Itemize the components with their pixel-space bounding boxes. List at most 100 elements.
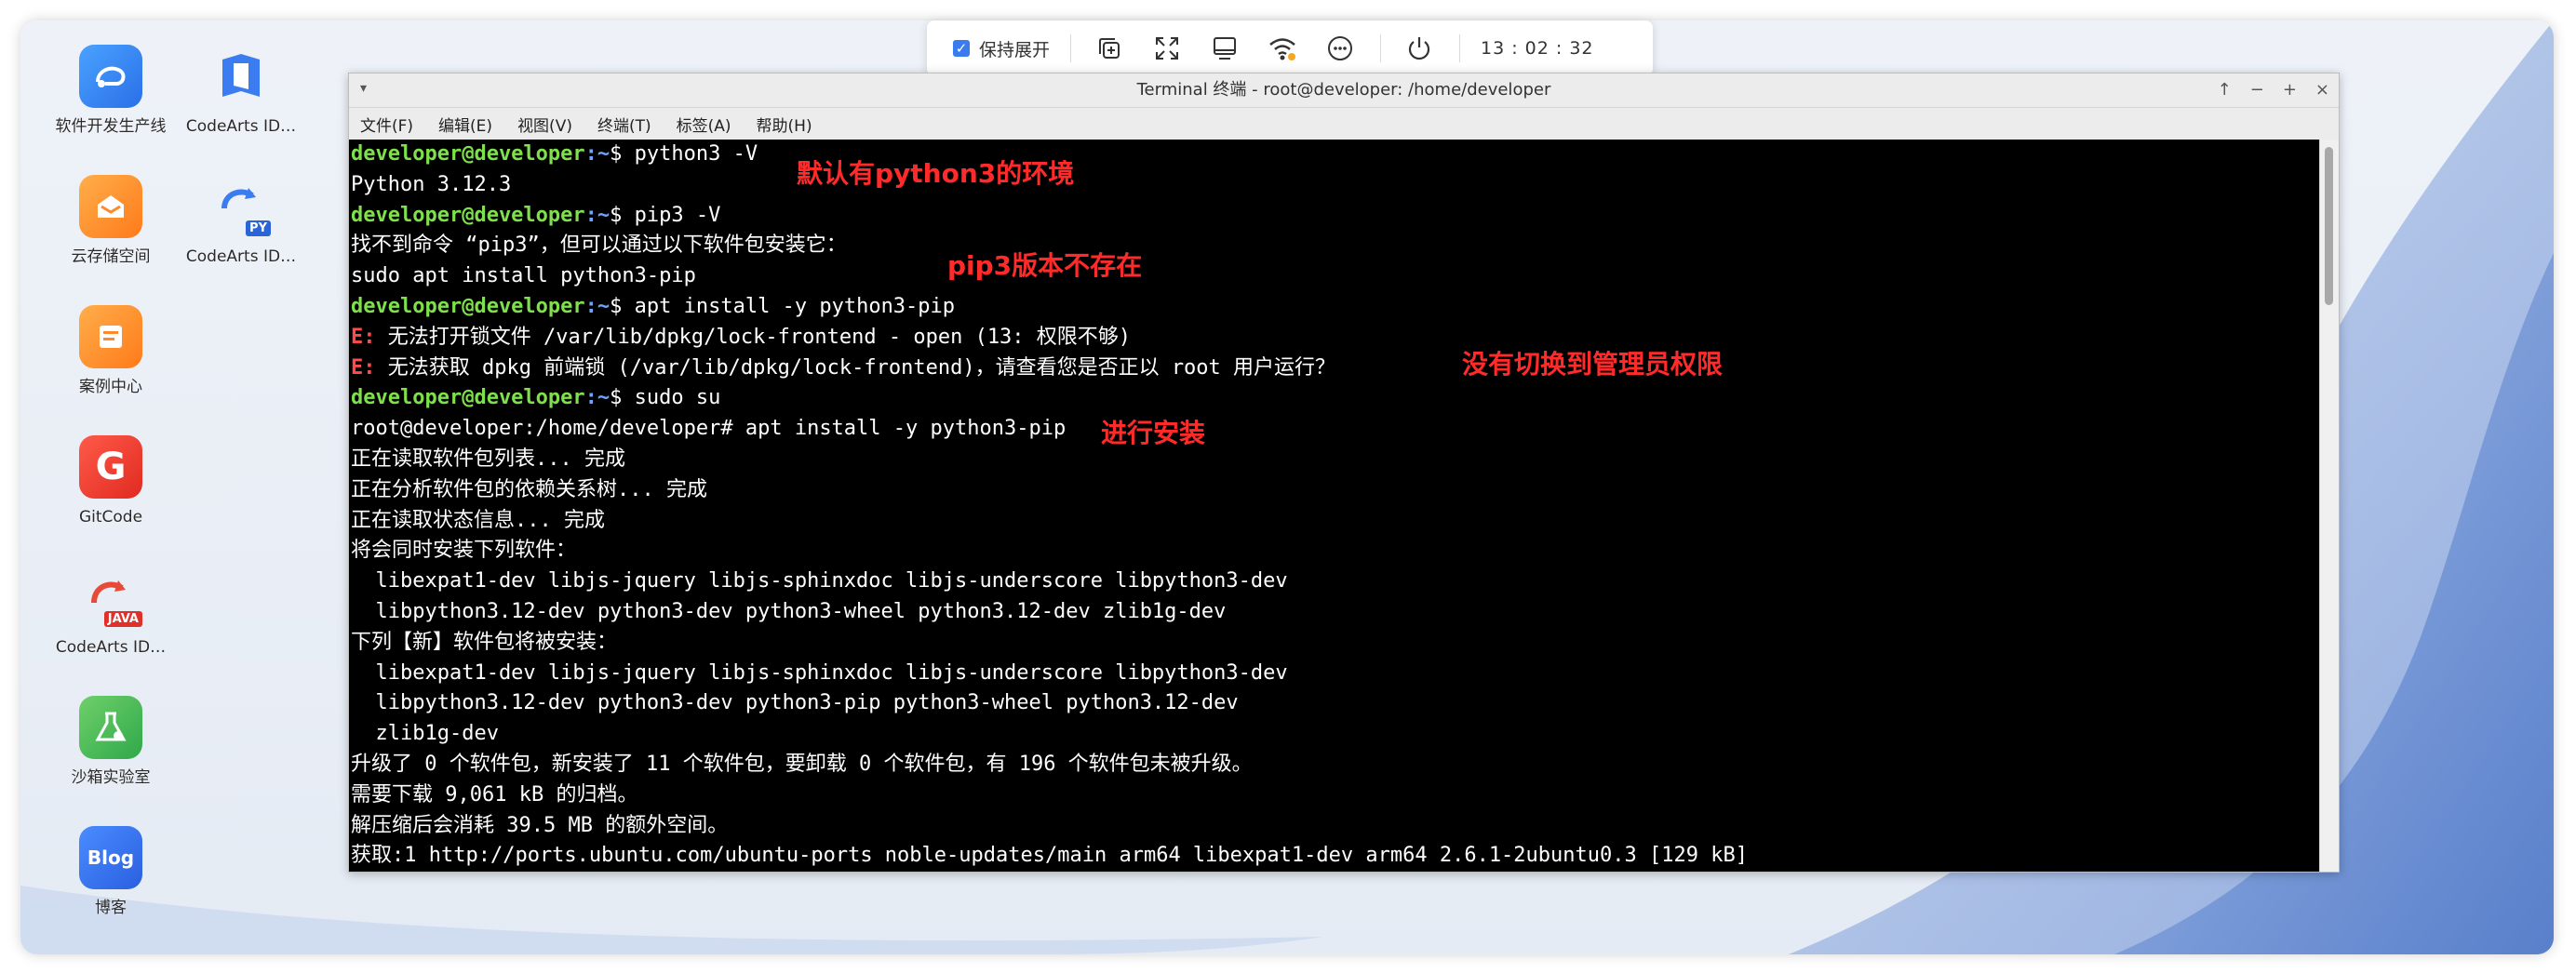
terminal-line: E: 无法打开锁文件 /var/lib/dpkg/lock-frontend -… <box>351 323 2320 353</box>
screen-icon[interactable] <box>1207 31 1242 66</box>
output-text: 找不到命令 “pip3”，但可以通过以下软件包安装它： <box>351 233 847 258</box>
terminal-line: developer@developer:~$ apt install -y py… <box>351 292 2320 323</box>
menu-edit[interactable]: 编辑(E) <box>438 113 492 136</box>
desktop-icon-codearts-ide-1[interactable]: CodeArts ID… <box>181 45 302 136</box>
more-icon[interactable] <box>1322 31 1358 66</box>
output-text: libpython3.12-dev python3-dev python3-pi… <box>351 691 1239 715</box>
prompt-path: :~ <box>584 203 610 227</box>
codearts-ide-icon <box>209 45 273 108</box>
desktop-icon-label: 沙箱实验室 <box>71 768 151 787</box>
terminal-line: 升级了 0 个软件包，新安装了 11 个软件包，要卸载 0 个软件包，有 196… <box>351 750 2320 780</box>
gitcode-letter: G <box>95 446 127 488</box>
command-text: $ pip3 -V <box>610 203 721 227</box>
output-text: libpython3.12-dev python3-dev python3-wh… <box>351 599 1227 623</box>
codearts-ide-java-icon: JAVA <box>79 566 142 629</box>
output-text: 下列【新】软件包将被安装： <box>351 630 618 654</box>
terminal-line: 找不到命令 “pip3”，但可以通过以下软件包安装它： <box>351 231 2320 261</box>
wifi-icon[interactable] <box>1265 31 1300 66</box>
terminal-line: developer@developer:~$ sudo su <box>351 383 2320 414</box>
blog-icon: Blog <box>79 826 142 889</box>
menu-help[interactable]: 帮助(H) <box>757 113 812 136</box>
desktop-icon-devops[interactable]: 软件开发生产线 <box>50 45 171 136</box>
desktop-icon-gitcode[interactable]: G GitCode <box>50 435 171 526</box>
desktop-icon-sandbox-lab[interactable]: 沙箱实验室 <box>50 696 171 787</box>
annotation-installing: 进行安装 <box>1101 418 1206 448</box>
desktop-icon-cloud-storage[interactable]: 云存储空间 <box>50 175 171 266</box>
terminal-output[interactable]: developer@developer:~$ python3 -V Python … <box>349 140 2320 872</box>
terminal-line: 正在读取状态信息... 完成 <box>351 506 2320 537</box>
toolbar-divider <box>1459 34 1461 62</box>
desktop-icon-label: CodeArts ID… <box>55 638 167 657</box>
terminal-line: libexpat1-dev libjs-jquery libjs-sphinxd… <box>351 566 2320 597</box>
terminal-line: libexpat1-dev libjs-jquery libjs-sphinxd… <box>351 659 2320 689</box>
annotation-no-admin: 没有切换到管理员权限 <box>1462 349 1724 380</box>
command-text: $ sudo su <box>610 386 721 410</box>
devops-pipeline-icon <box>79 45 142 108</box>
desktop-icon-label: CodeArts ID… <box>185 117 297 136</box>
output-text: 正在读取状态信息... 完成 <box>351 508 605 532</box>
keep-expanded-toggle[interactable]: ✓ 保持展开 <box>953 36 1050 61</box>
terminal-line: zlib1g-dev <box>351 719 2320 750</box>
desktop-icon-codearts-ide-java[interactable]: JAVA CodeArts ID… <box>50 566 171 657</box>
desktop-icon-case-center[interactable]: 案例中心 <box>50 305 171 396</box>
maximize-icon[interactable]: + <box>2283 73 2297 107</box>
desktop-icon-codearts-ide-python[interactable]: PY CodeArts ID… <box>181 175 302 266</box>
gitcode-icon: G <box>79 435 142 499</box>
prompt-path: :~ <box>584 142 610 166</box>
java-badge: JAVA <box>103 611 142 627</box>
toolbar-divider <box>1380 34 1382 62</box>
output-text: 升级了 0 个软件包，新安装了 11 个软件包，要卸载 0 个软件包，有 196… <box>351 752 1253 776</box>
copy-icon[interactable] <box>1092 31 1127 66</box>
terminal-line: 正在分析软件包的依赖关系树... 完成 <box>351 475 2320 506</box>
desktop-icon-label: 软件开发生产线 <box>55 117 167 136</box>
terminal-scrollbar[interactable] <box>2319 140 2339 872</box>
terminal-line: 需要下载 9,061 kB 的归档。 <box>351 780 2320 811</box>
keep-expanded-label: 保持展开 <box>979 39 1051 60</box>
fullscreen-icon[interactable] <box>1149 31 1185 66</box>
toolbar-divider <box>1070 34 1072 62</box>
checkbox-checked-icon[interactable]: ✓ <box>953 40 970 57</box>
scrollbar-thumb[interactable] <box>2325 147 2333 305</box>
output-text: sudo apt install python3-pip <box>351 264 696 288</box>
close-icon[interactable]: × <box>2315 73 2329 107</box>
cloud-storage-icon <box>79 175 142 238</box>
output-text: libexpat1-dev libjs-jquery libjs-sphinxd… <box>351 660 1288 685</box>
window-titlebar[interactable]: ▾ Terminal 终端 - root@developer: /home/de… <box>349 73 2339 108</box>
annotation-python3-env: 默认有python3的环境 <box>797 158 1075 189</box>
window-controls: ↑ − + × <box>2218 73 2329 107</box>
prompt-path: :~ <box>584 386 610 410</box>
terminal-line: libpython3.12-dev python3-dev python3-wh… <box>351 597 2320 628</box>
terminal-menubar: 文件(F) 编辑(E) 视图(V) 终端(T) 标签(A) 帮助(H) <box>349 108 2339 140</box>
desktop-icon-blog[interactable]: Blog 博客 <box>50 826 171 917</box>
prompt-user: developer@developer <box>351 142 585 166</box>
prompt-user: developer@developer <box>351 386 585 410</box>
output-text: 解压缩后会消耗 39.5 MB 的额外空间。 <box>351 813 729 837</box>
menu-file[interactable]: 文件(F) <box>360 113 413 136</box>
output-text: 正在读取软件包列表... 完成 <box>351 447 625 471</box>
codearts-ide-python-icon: PY <box>209 175 273 238</box>
terminal-line: root@developer:/home/developer# apt inst… <box>351 414 2320 445</box>
output-text: 将会同时安装下列软件： <box>351 539 577 563</box>
keep-above-icon[interactable]: ↑ <box>2218 73 2232 107</box>
desktop-icon-label: 云存储空间 <box>71 247 151 266</box>
minimize-icon[interactable]: − <box>2250 73 2264 107</box>
terminal-line: developer@developer:~$ python3 -V <box>351 140 2320 170</box>
output-text: 正在分析软件包的依赖关系树... 完成 <box>351 477 707 501</box>
error-prefix: E: <box>351 355 376 380</box>
terminal-line: 将会同时安装下列软件： <box>351 536 2320 566</box>
output-text: 需要下载 9,061 kB 的归档。 <box>351 782 638 806</box>
power-icon[interactable] <box>1402 31 1437 66</box>
command-text: $ python3 -V <box>610 142 758 166</box>
terminal-line: Python 3.12.3 <box>351 170 2320 201</box>
terminal-line: E: 无法获取 dpkg 前端锁 (/var/lib/dpkg/lock-fro… <box>351 353 2320 384</box>
desktop-icon-label: 案例中心 <box>79 378 142 396</box>
terminal-line: 解压缩后会消耗 39.5 MB 的额外空间。 <box>351 811 2320 842</box>
menu-tabs[interactable]: 标签(A) <box>677 113 731 136</box>
case-center-icon <box>79 305 142 368</box>
py-badge: PY <box>246 220 271 236</box>
remote-toolbar: ✓ 保持展开 13 : 02 : 32 <box>927 20 1653 76</box>
window-title: Terminal 终端 - root@developer: /home/deve… <box>1136 80 1551 100</box>
menu-terminal[interactable]: 终端(T) <box>597 113 651 136</box>
menu-view[interactable]: 视图(V) <box>517 113 572 136</box>
sandbox-lab-icon <box>79 696 142 759</box>
